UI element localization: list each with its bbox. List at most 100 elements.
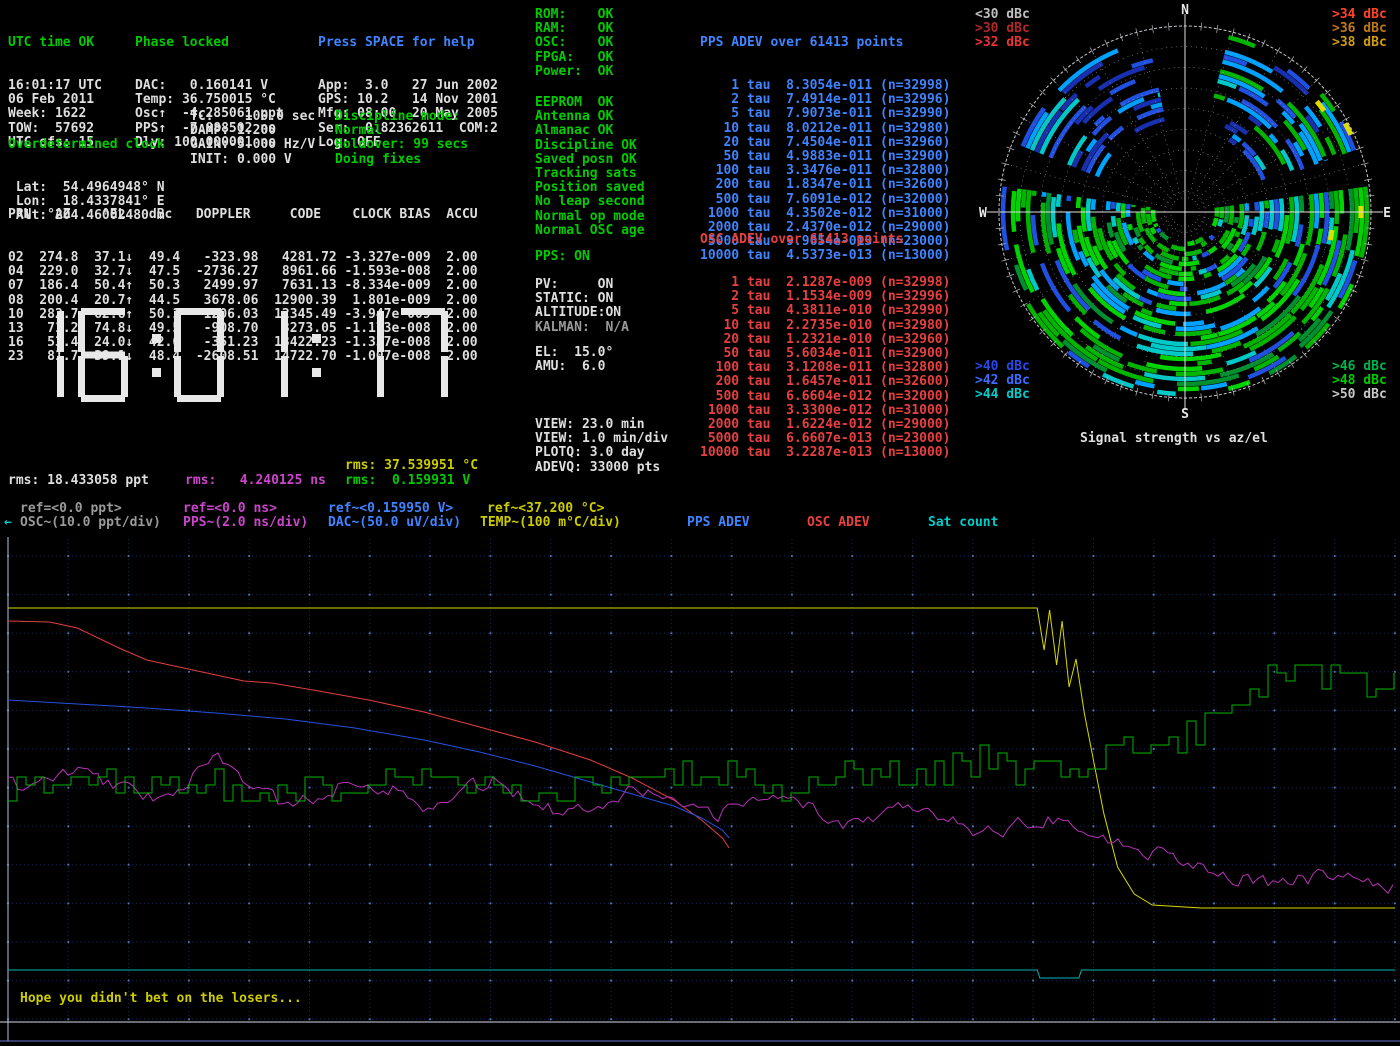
modes-block: PV: ONSTATIC: ONALTITUDE:ONKALMAN: N/A (535, 278, 629, 335)
receiver-status-line: EEPROM OK (535, 96, 645, 110)
dbc-legend-entry: >30 dBc (975, 22, 1030, 36)
receiver-status-line: Almanac OK (535, 124, 645, 138)
pps-adev-title: PPS ADEV over 61413 points (700, 36, 950, 50)
help-line: GPS: 10.2 14 Nov 2001 (318, 93, 498, 107)
dbc-legend-entry: >34 dBc (1332, 8, 1387, 22)
discipline-line: Discipline mode: (335, 110, 468, 124)
utc-status-line: 06 Feb 2011 (8, 93, 102, 107)
discipline-block: Discipline mode:NormalHoldover: 99 secsD… (335, 110, 468, 167)
phase-status-title: Phase locked (135, 36, 284, 50)
sat-table-row: 07 186.4 50.4↑ 50.3 2499.97 7631.13 -8.3… (8, 279, 478, 293)
pps-adev-row: 2 tau 7.4914e-011 (n=32996) (700, 93, 950, 107)
receiver-status-line: Saved posn OK (535, 153, 645, 167)
mode-line: PV: ON (535, 278, 629, 292)
scale-dac-label: DAC~(50.0 uV/div) (328, 516, 461, 530)
discipline-line: Normal (335, 124, 468, 138)
help-title: Press SPACE for help (318, 36, 498, 50)
scale-osc-label: OSC~(10.0 ppt/div) (20, 516, 161, 530)
dbc-legend-bottom-right: >46 dBc>48 dBc>50 dBc (1332, 360, 1387, 403)
big-digital-clock (12, 306, 492, 410)
tc-block: TC: 100.0 secDAMP: 1.200GAIN:-5.000 Hz/V… (190, 110, 315, 167)
dbc-legend-entry: >50 dBc (1332, 388, 1387, 402)
pps-state: PPS: ON (535, 250, 590, 264)
dbc-legend-entry: >38 dBc (1332, 36, 1387, 50)
sat-table-header: PRN °AZ °EL dBc DOPPLER CODE CLOCK BIAS … (8, 208, 478, 222)
osc-adev-row: 200 tau 1.6457e-011 (n=32600) (700, 375, 950, 389)
device-status-block: ROM: OKRAM: OKOSC: OKFPGA: OKPower: OK (535, 8, 613, 79)
osc-adev-row: 1000 tau 3.3300e-012 (n=31000) (700, 404, 950, 418)
osc-adev-row: 500 tau 6.6604e-012 (n=32000) (700, 390, 950, 404)
svg-text:E: E (1383, 206, 1391, 221)
dbc-legend-entry: >46 dBc (1332, 360, 1387, 374)
pps-adev-plot-label: PPS ADEV (687, 516, 750, 530)
device-status-line: RAM: OK (535, 22, 613, 36)
pps-adev-row: 20 tau 7.4504e-011 (n=32960) (700, 136, 950, 150)
osc-adev-row: 20 tau 1.2321e-010 (n=32960) (700, 333, 950, 347)
help-line: App: 3.0 27 Jun 2002 (318, 79, 498, 93)
view-block: VIEW: 23.0 minVIEW: 1.0 min/divPLOTQ: 3.… (535, 418, 668, 475)
el-amu-line: AMU: 6.0 (535, 360, 613, 374)
osc-adev-row: 10 tau 2.2735e-010 (n=32980) (700, 319, 950, 333)
pps-adev-row: 1 tau 8.3054e-011 (n=32998) (700, 79, 950, 93)
rms-dac: rms: 0.159931 V (345, 474, 470, 488)
osc-adev-row: 10000 tau 3.2287e-013 (n=13000) (700, 446, 950, 460)
dbc-legend-top-right: >34 dBc>36 dBc>38 dBc (1332, 8, 1387, 51)
osc-adev-row: 2000 tau 1.6224e-012 (n=29000) (700, 418, 950, 432)
pps-adev-row: 200 tau 1.8347e-011 (n=32600) (700, 178, 950, 192)
scale-temp-label: TEMP~(100 m°C/div) (480, 516, 621, 530)
position-title: Overdetermined clock (8, 138, 165, 152)
pps-adev-row: 50 tau 4.9883e-011 (n=32900) (700, 150, 950, 164)
osc-adev-plot-label: OSC ADEV (807, 516, 870, 530)
utc-status-title: UTC time OK (8, 36, 102, 50)
dbc-legend-entry: >40 dBc (975, 360, 1030, 374)
strip-chart-plot-area[interactable] (0, 537, 1400, 1046)
mode-line: ALTITUDE:ON (535, 306, 629, 320)
pps-adev-row: 100 tau 3.3476e-011 (n=32800) (700, 164, 950, 178)
device-status-line: FPGA: OK (535, 51, 613, 65)
receiver-status-line: Position saved (535, 181, 645, 195)
heather-gpsdo-screen: UTC time OK 16:01:17 UTC06 Feb 2011Week:… (0, 0, 1400, 1046)
polar-caption: Signal strength vs az/el (1080, 432, 1268, 446)
phase-status-line: DAC: 0.160141 V (135, 79, 284, 93)
receiver-status-block: EEPROM OKAntenna OKAlmanac OKDiscipline … (535, 96, 645, 238)
dbc-legend-bottom-left: >40 dBc>42 dBc>44 dBc (975, 360, 1030, 403)
receiver-status-line: Normal op mode (535, 210, 645, 224)
mode-line: KALMAN: N/A (535, 321, 629, 335)
phase-status-line: Temp: 36.750015 °C (135, 93, 284, 107)
rms-osc: rms: 18.433058 ppt (8, 474, 149, 488)
rms-temp: rms: 37.539951 °C (345, 459, 478, 473)
receiver-status-line: Antenna OK (535, 110, 645, 124)
tc-line: DAMP: 1.200 (190, 124, 315, 138)
svg-text:N: N (1181, 3, 1189, 18)
dbc-legend-entry: >48 dBc (1332, 374, 1387, 388)
receiver-status-line: Normal OSC age (535, 224, 645, 238)
dbc-legend-entry: >44 dBc (975, 388, 1030, 402)
discipline-line: Holdover: 99 secs (335, 138, 468, 152)
sat-count-plot-label: Sat count (928, 516, 998, 530)
osc-adev-table: OSC ADEV over 61413 points 1 tau 2.1287e… (700, 205, 950, 489)
el-amu-line: EL: 15.0° (535, 346, 613, 360)
scroll-left-arrow-icon[interactable]: ← (4, 516, 12, 530)
device-status-line: Power: OK (535, 65, 613, 79)
el-amu-block: EL: 15.0°AMU: 6.0 (535, 346, 613, 374)
dbc-legend-entry: >42 dBc (975, 374, 1030, 388)
osc-adev-row: 5000 tau 6.6607e-013 (n=23000) (700, 432, 950, 446)
rms-pps: rms: 4.240125 ns (185, 474, 326, 488)
scale-pps-label: PPS~(2.0 ns/div) (183, 516, 308, 530)
tc-line: TC: 100.0 sec (190, 110, 315, 124)
svg-text:S: S (1181, 407, 1189, 422)
osc-adev-row: 2 tau 1.1534e-009 (n=32996) (700, 290, 950, 304)
pps-adev-row: 10 tau 8.0212e-011 (n=32980) (700, 122, 950, 136)
dbc-legend-entry: >32 dBc (975, 36, 1030, 50)
dbc-legend-top-left: <30 dBc>30 dBc>32 dBc (975, 8, 1030, 51)
sat-table-row: 04 229.0 32.7↓ 47.5 -2736.27 8961.66 -1.… (8, 265, 478, 279)
sat-table-row: 02 274.8 37.1↓ 49.4 -323.98 4281.72 -3.3… (8, 251, 478, 265)
svg-text:W: W (979, 206, 987, 221)
dbc-legend-entry: <30 dBc (975, 8, 1030, 22)
view-line: ADEVQ: 33000 pts (535, 461, 668, 475)
receiver-status-line: No leap second (535, 195, 645, 209)
view-line: PLOTQ: 3.0 day (535, 446, 668, 460)
tc-line: INIT: 0.000 V (190, 153, 315, 167)
osc-adev-row: 50 tau 5.6034e-011 (n=32900) (700, 347, 950, 361)
dbc-legend-entry: >36 dBc (1332, 22, 1387, 36)
